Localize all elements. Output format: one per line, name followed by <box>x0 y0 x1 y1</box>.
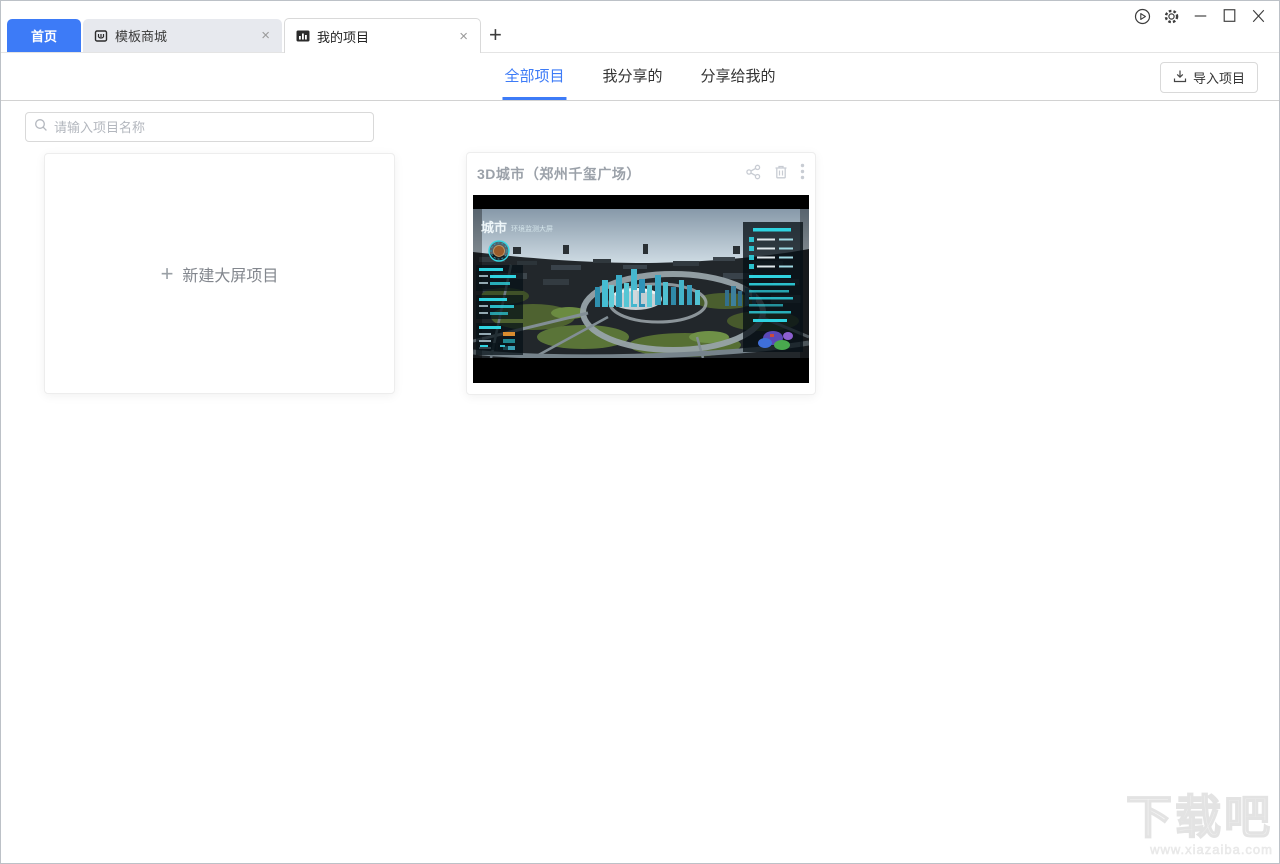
import-button-label: 导入项目 <box>1192 71 1245 86</box>
project-card-header: 3D城市（郑州千玺广场） <box>467 153 815 195</box>
project-actions <box>745 163 805 185</box>
app-window: 首页 模板商城 × 我的项目 × + 全部项目 我分享的 分享给我的 导入项目 … <box>0 0 1280 864</box>
tab-shared-with-me[interactable]: 分享给我的 <box>699 53 778 100</box>
project-title: 3D城市（郑州千玺广场） <box>477 166 641 182</box>
watermark-url: www.xiazaiba.com <box>1150 842 1273 858</box>
project-thumbnail[interactable]: 城市 环境监测大屏 <box>473 195 809 383</box>
new-project-card[interactable]: + 新建大屏项目 <box>44 153 395 394</box>
tab-my-projects[interactable]: 我的项目 × <box>284 18 481 53</box>
close-icon[interactable] <box>1246 6 1271 26</box>
preview-play-icon[interactable] <box>1130 6 1155 26</box>
new-tab-button[interactable]: + <box>489 24 502 46</box>
window-controls <box>1130 6 1271 26</box>
store-icon <box>93 28 109 44</box>
project-filter-tabs: 全部项目 我分享的 分享给我的 <box>502 53 777 100</box>
tab-template-mall[interactable]: 模板商城 × <box>83 19 282 52</box>
plus-icon: + <box>160 260 174 286</box>
tab-home[interactable]: 首页 <box>7 19 81 52</box>
tab-all-projects[interactable]: 全部项目 <box>502 53 567 100</box>
browser-tab-bar: 首页 模板商城 × 我的项目 × + <box>1 1 1279 53</box>
import-project-button[interactable]: 导入项目 <box>1159 62 1258 93</box>
thumbnail-heading-main: 城市 <box>481 220 507 235</box>
tab-home-label: 首页 <box>30 29 57 44</box>
project-nav-row: 全部项目 我分享的 分享给我的 导入项目 <box>1 53 1279 101</box>
project-card[interactable]: 3D城市（郑州千玺广场） 城市 环境监测大屏 <box>466 152 816 395</box>
import-icon <box>1173 69 1187 86</box>
tab-my-projects-label: 我的项目 <box>317 29 370 45</box>
tab-template-mall-label: 模板商城 <box>115 29 168 44</box>
new-project-label: 新建大屏项目 <box>182 267 279 285</box>
close-tab-icon[interactable]: × <box>259 28 272 43</box>
share-icon[interactable] <box>745 164 762 185</box>
bar-chart-icon <box>295 28 311 44</box>
settings-gear-icon[interactable] <box>1159 6 1184 26</box>
search-input-field[interactable] <box>54 119 365 135</box>
tab-my-shared[interactable]: 我分享的 <box>600 53 664 100</box>
thumbnail-heading-sub: 环境监测大屏 <box>511 224 553 233</box>
trash-icon[interactable] <box>773 164 789 185</box>
search-input[interactable] <box>25 112 374 142</box>
minimize-icon[interactable] <box>1188 6 1213 26</box>
maximize-icon[interactable] <box>1217 6 1242 26</box>
watermark-logo: 下载吧 <box>1125 791 1273 843</box>
watermark: 下载吧 www.xiazaiba.com <box>1125 791 1273 858</box>
close-tab-icon[interactable]: × <box>457 29 470 44</box>
more-icon[interactable] <box>800 163 805 185</box>
search-icon <box>34 118 48 137</box>
